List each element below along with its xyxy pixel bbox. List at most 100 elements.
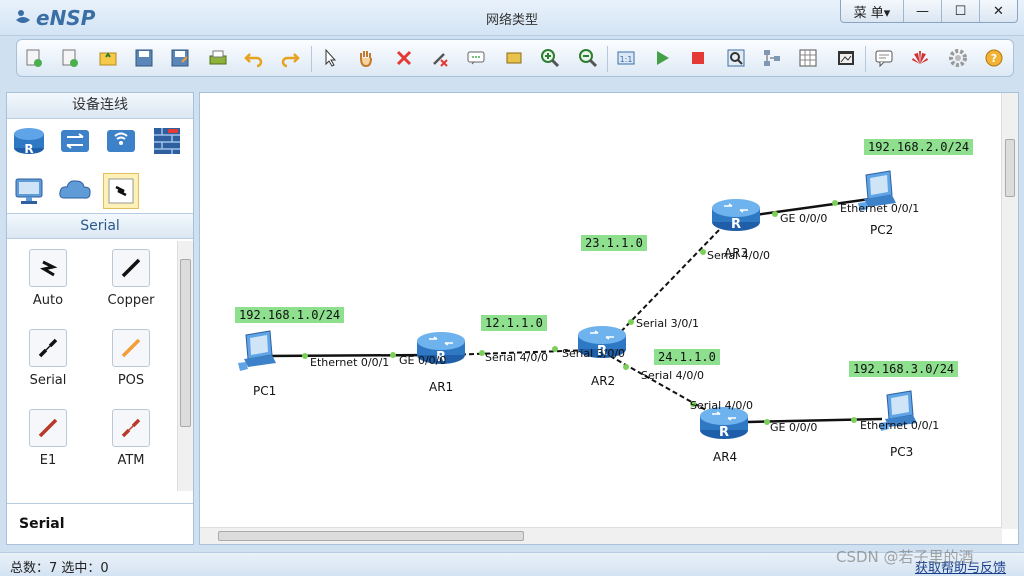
router-icon[interactable]: R [11,123,47,159]
cable-label-serial: Serial [29,373,67,388]
cable-pos[interactable]: POS [101,329,161,388]
atm-cable-icon [112,409,150,447]
new-exam-icon[interactable] [59,47,81,69]
screenshot-icon[interactable] [835,47,857,69]
device-name-pc3: PC3 [890,445,914,459]
grid-icon[interactable] [797,47,819,69]
cable-label-auto: Auto [32,293,64,308]
select-icon[interactable] [319,47,341,69]
selected-cable-label: Serial [19,516,65,532]
pc-icon[interactable] [11,173,47,209]
zoom-in-icon[interactable] [539,47,561,69]
network-label: 192.168.3.0/24 [849,361,959,377]
pc-icon [238,330,276,371]
cable-label-atm: ATM [117,453,145,468]
network-label: 12.1.1.0 [481,315,547,331]
pos-cable-icon [112,329,150,367]
help-icon[interactable]: ? [983,47,1005,69]
port-label: Serial 4/0/0 [641,369,705,382]
cable-serial[interactable]: Serial [18,329,78,388]
wlan-icon[interactable] [103,123,139,159]
switch-icon[interactable] [57,123,93,159]
topology-icon[interactable] [761,47,783,69]
port-label: GE 0/0/0 [780,212,828,225]
menu-button[interactable]: 菜 单▾ [841,0,903,22]
selected-cable-info: Serial [7,503,193,544]
maximize-button[interactable]: ☐ [941,0,979,22]
cable-label-e1: E1 [39,453,57,468]
cable-e1[interactable]: E1 [18,409,78,468]
print-icon[interactable] [207,47,229,69]
topology-canvas[interactable]: 192.168.1.0/24 12.1.1.0 23.1.1.0 24.1.1.… [199,92,1019,545]
port-label: Ethernet 0/0/1 [310,356,390,369]
port-label: Ethernet 0/0/1 [860,419,940,432]
router-icon: R [712,199,760,232]
network-label: 192.168.1.0/24 [235,307,345,323]
undo-icon[interactable] [243,47,265,69]
firewall-icon[interactable] [149,123,185,159]
delete-link-icon[interactable] [429,47,451,69]
settings-icon[interactable] [947,47,969,69]
network-label: 192.168.2.0/24 [864,139,974,155]
svg-text:R: R [719,425,729,440]
add-shape-icon[interactable] [503,47,525,69]
open-icon[interactable] [97,47,119,69]
stop-all-icon[interactable] [687,47,709,69]
cable-icon[interactable] [103,173,139,209]
device-panel-header: 设备连线 [7,93,193,119]
port-label: Serial 4/0/0 [485,351,549,364]
device-panel: 设备连线 R Serial Auto Copper Serial POS E1 [6,92,194,545]
window-controls: 菜 单▾ — ☐ ✕ [840,0,1018,23]
cable-auto[interactable]: Auto [18,249,78,308]
ar3-device[interactable]: R [710,194,762,237]
capture-icon[interactable] [725,47,747,69]
new-topo-icon[interactable] [23,47,45,69]
auto-cable-icon [29,249,67,287]
svg-text:R: R [731,217,741,232]
huawei-icon[interactable] [909,47,931,69]
cable-label-pos: POS [117,373,145,388]
redo-icon[interactable] [279,47,301,69]
device-name-ar1: AR1 [429,380,454,394]
zoom-out-icon[interactable] [577,47,599,69]
device-name-pc2: PC2 [870,223,894,237]
canvas-vertical-scrollbar[interactable] [1001,93,1018,529]
main-toolbar: 1:1 ? [16,39,1014,77]
cable-label-copper: Copper [107,293,155,308]
device-name-ar2: AR2 [591,374,616,388]
canvas-horizontal-scrollbar[interactable] [200,527,1002,544]
port-label: Ethernet 0/0/1 [840,202,920,215]
pc1-device[interactable] [236,329,280,376]
svg-text:?: ? [991,52,997,65]
panel-scroll-thumb[interactable] [180,259,191,427]
start-all-icon[interactable] [651,47,673,69]
horizontal-scroll-thumb[interactable] [218,531,524,541]
serial-cable-icon [29,329,67,367]
fit-icon[interactable]: 1:1 [615,47,637,69]
port-label: GE 0/0/0 [770,421,818,434]
pan-hand-icon[interactable] [355,47,377,69]
watermark: CSDN @若子里的酒 [836,548,974,566]
close-button[interactable]: ✕ [979,0,1017,22]
cable-atm[interactable]: ATM [101,409,161,468]
status-counts: 总数：7 选中：0 [10,561,109,576]
port-label: GE 0/0/0 [399,354,447,367]
vertical-scroll-thumb[interactable] [1005,139,1015,197]
cloud-icon[interactable] [57,173,93,209]
title-bar: eNSP 网络类型 菜 单▾ — ☐ ✕ [0,0,1024,36]
chat-icon[interactable] [873,47,895,69]
save-as-icon[interactable] [169,47,191,69]
delete-icon[interactable] [393,47,415,69]
save-icon[interactable] [133,47,155,69]
e1-cable-icon [29,409,67,447]
port-label: Serial 3/0/1 [636,317,700,330]
network-label: 24.1.1.0 [654,349,720,365]
port-label: Serial 3/0/0 [562,347,626,360]
svg-text:R: R [24,142,33,156]
add-text-icon[interactable] [465,47,487,69]
panel-scrollbar[interactable] [177,241,193,491]
minimize-button[interactable]: — [903,0,941,22]
cable-copper[interactable]: Copper [101,249,161,308]
svg-text:1:1: 1:1 [620,55,633,64]
network-label: 23.1.1.0 [581,235,647,251]
